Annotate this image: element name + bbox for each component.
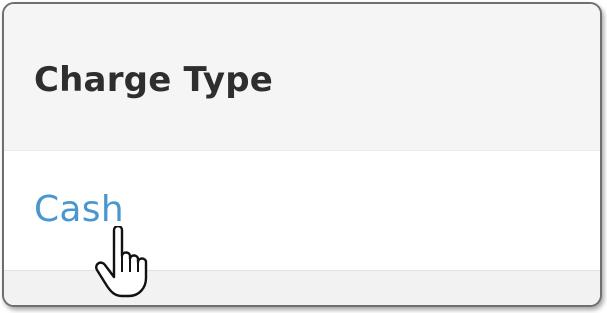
- hand-pointer-icon: [95, 226, 148, 298]
- table-header-row: Charge Type: [4, 4, 600, 151]
- charge-type-cash-link[interactable]: Cash: [34, 189, 124, 230]
- column-header-charge-type: Charge Type: [34, 60, 274, 100]
